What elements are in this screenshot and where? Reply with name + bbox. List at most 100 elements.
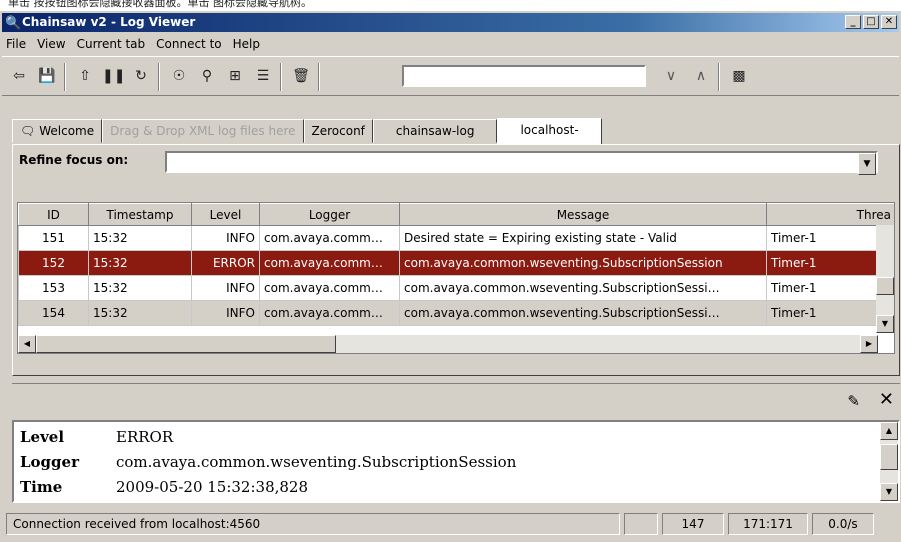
scroll-to-top-icon[interactable]: ⇧ (74, 65, 96, 87)
column-header-logger[interactable]: Logger (259, 203, 400, 226)
cell-level: INFO (191, 300, 260, 326)
menu-file[interactable]: File (2, 34, 33, 54)
detail-key: Logger (20, 453, 79, 471)
cell-id: 153 (18, 275, 89, 301)
cell-id: 152 (18, 250, 89, 276)
document-fragment-text: 单击 按按钮图标会隐藏接收器面板。单击 图标会隐藏导航树。 (0, 0, 901, 11)
detail-value: 2009-05-20 15:32:38,828 (116, 478, 309, 496)
table-horizontal-scrollbar[interactable]: ◀ ▶ (18, 335, 878, 353)
cell-timestamp: 15:32 (88, 300, 192, 326)
cell-timestamp: 15:32 (88, 225, 192, 251)
find-icon[interactable]: ⚲ (196, 65, 218, 87)
chainsaw-window: 🔍 Chainsaw v2 - Log Viewer _ □ ✕ File Vi… (0, 11, 901, 542)
column-header-timestamp[interactable]: Timestamp (88, 203, 192, 226)
detail-key: Time (20, 478, 63, 496)
scroll-right-icon[interactable]: ▶ (860, 335, 878, 353)
scroll-up-icon[interactable]: ▲ (880, 422, 898, 440)
cell-logger: com.avaya.comm… (259, 275, 400, 301)
menu-help[interactable]: Help (229, 34, 267, 54)
tab-label: localhost- (520, 123, 579, 137)
cell-level: INFO (191, 225, 260, 251)
tab-chainsaw-log[interactable]: chainsaw-log (372, 119, 498, 143)
window-controls: _ □ ✕ (845, 15, 897, 29)
toggle-receivers-icon[interactable]: ▩ (728, 65, 750, 87)
find-input[interactable] (402, 65, 646, 87)
cell-message: com.avaya.common.wseventing.Subscription… (399, 250, 767, 276)
cell-id: 151 (18, 225, 89, 251)
scrollbar-thumb[interactable] (36, 335, 336, 353)
detail-vertical-scrollbar[interactable]: ▲ ▼ (880, 422, 898, 501)
table-vertical-scrollbar[interactable]: ▼ (876, 225, 894, 333)
tab-drag-drop[interactable]: Drag & Drop XML log files here (102, 119, 304, 143)
table-view-icon[interactable]: ⊞ (224, 65, 246, 87)
column-header-level[interactable]: Level (191, 203, 260, 226)
save-icon[interactable]: 💾 (36, 65, 58, 87)
toolbar-separator (718, 63, 720, 91)
menu-current-tab[interactable]: Current tab (73, 34, 153, 54)
tab-zeroconf[interactable]: Zeroconf (303, 119, 373, 143)
back-icon[interactable]: ⇦ (8, 65, 30, 87)
table-row[interactable]: 154 15:32 INFO com.avaya.comm… com.avaya… (18, 300, 894, 326)
refine-focus-input[interactable]: ▼ (165, 151, 878, 175)
scroll-down-icon[interactable]: ▼ (876, 315, 894, 333)
detail-toolbar: ✎ ✕ (12, 383, 900, 417)
table-row[interactable]: 153 15:32 INFO com.avaya.comm… com.avaya… (18, 275, 894, 301)
menu-connect-to[interactable]: Connect to (152, 34, 228, 54)
refresh-icon[interactable]: ↻ (130, 65, 152, 87)
toolbar-separator (158, 63, 160, 91)
cell-logger: com.avaya.comm… (259, 250, 400, 276)
tab-localhost[interactable]: localhost- (497, 118, 602, 144)
cell-message: Desired state = Expiring existing state … (399, 225, 767, 251)
scrollbar-thumb[interactable] (880, 444, 898, 470)
scrollbar-thumb[interactable] (876, 277, 894, 295)
scroll-left-icon[interactable]: ◀ (18, 335, 36, 353)
toolbar: ⇦ 💾 ⇧ ❚❚ ↻ ☉ ⚲ ⊞ ☰ 🗑 ∨ ∧ ▩ (2, 56, 899, 96)
status-bar: Connection received from localhost:4560 … (2, 511, 899, 539)
tab-label: chainsaw-log (395, 124, 475, 138)
find-previous-icon[interactable]: ∧ (690, 65, 712, 87)
menu-bar: File View Current tab Connect to Help (2, 34, 899, 54)
column-header-message[interactable]: Message (399, 203, 767, 226)
magnifier-app-icon: 🔍 (5, 16, 22, 31)
table-header-row: ID Timestamp Level Logger Message Threa (18, 203, 894, 226)
cell-logger: com.avaya.comm… (259, 300, 400, 326)
log-table: ID Timestamp Level Logger Message Threa … (17, 202, 895, 354)
tab-welcome[interactable]: 🗨 Welcome (12, 119, 103, 143)
status-rate: 0.0/s (812, 513, 874, 535)
cell-level: INFO (191, 275, 260, 301)
minimize-button[interactable]: _ (845, 15, 861, 29)
close-window-button[interactable]: ✕ (881, 15, 897, 29)
cell-id: 154 (18, 300, 89, 326)
chevron-down-icon[interactable]: ▼ (858, 153, 876, 175)
column-header-thread[interactable]: Threa (766, 203, 894, 226)
detail-value: ERROR (116, 428, 174, 446)
refine-focus-label: Refine focus on: (19, 153, 129, 167)
delete-icon[interactable]: 🗑 (290, 65, 312, 87)
maximize-button[interactable]: □ (863, 15, 879, 29)
pause-icon[interactable]: ❚❚ (102, 65, 125, 87)
cell-level: ERROR (191, 250, 260, 276)
cell-logger: com.avaya.comm… (259, 225, 400, 251)
close-icon[interactable]: ✕ (879, 389, 894, 410)
cell-timestamp: 15:32 (88, 275, 192, 301)
scroll-down-icon[interactable]: ▼ (880, 483, 898, 501)
column-header-id[interactable]: ID (18, 203, 89, 226)
table-row[interactable]: 151 15:32 INFO com.avaya.comm… Desired s… (18, 225, 894, 251)
tab-label: Zeroconf (311, 124, 365, 138)
status-message: Connection received from localhost:4560 (6, 513, 620, 535)
title-bar: 🔍 Chainsaw v2 - Log Viewer _ □ ✕ (2, 13, 899, 32)
window-title: Chainsaw v2 - Log Viewer (22, 15, 196, 29)
speech-bubble-icon: 🗨 (20, 124, 36, 138)
refine-focus-row: Refine focus on: ▼ (17, 151, 895, 175)
find-next-icon[interactable]: ∨ (660, 65, 682, 87)
status-blank-cell (624, 513, 658, 535)
event-detail-pane: Level ERROR Logger com.avaya.common.wsev… (12, 420, 900, 503)
log-panel: Refine focus on: ▼ ID Timestamp Level Lo… (12, 144, 900, 376)
cell-message: com.avaya.common.wseventing.Subscription… (399, 275, 767, 301)
edit-layout-icon[interactable]: ✎ (847, 392, 860, 410)
tab-label: Drag & Drop XML log files here (110, 124, 296, 138)
detail-pane-icon[interactable]: ☰ (252, 65, 274, 87)
clear-focus-icon[interactable]: ☉ (168, 65, 190, 87)
table-row-selected-error[interactable]: 152 15:32 ERROR com.avaya.comm… com.avay… (18, 250, 894, 276)
menu-view[interactable]: View (33, 34, 72, 54)
